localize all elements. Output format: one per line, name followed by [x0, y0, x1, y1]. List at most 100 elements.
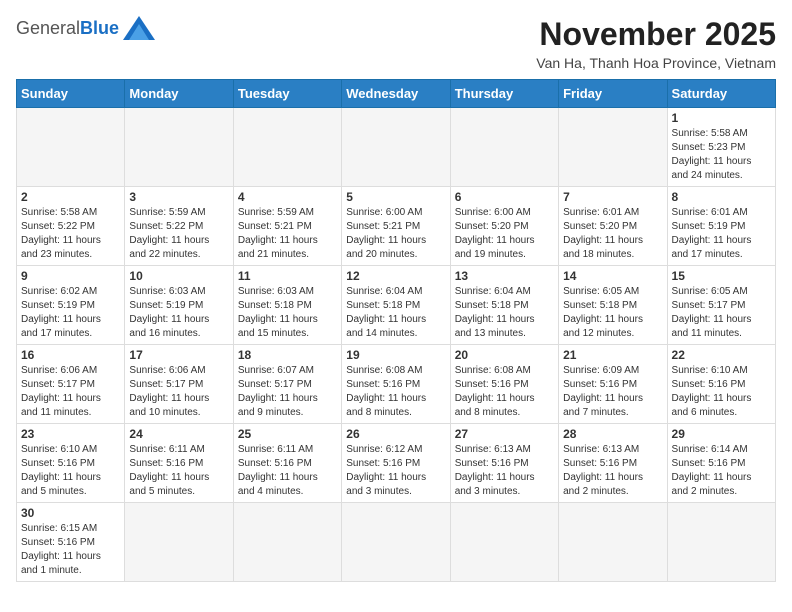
day-info: Sunrise: 6:10 AMSunset: 5:16 PMDaylight:…	[21, 443, 120, 499]
calendar-cell: 17 Sunrise: 6:06 AMSunset: 5:17 PMDayligh…	[125, 345, 233, 424]
day-info: Sunrise: 6:00 AMSunset: 5:21 PMDaylight:…	[346, 206, 445, 262]
weekday-header-wednesday: Wednesday	[342, 80, 450, 108]
calendar-cell: 9 Sunrise: 6:02 AMSunset: 5:19 PMDaylight…	[17, 266, 125, 345]
weekday-header-friday: Friday	[559, 80, 667, 108]
day-number: 22	[672, 348, 771, 362]
weekday-header-saturday: Saturday	[667, 80, 775, 108]
calendar-cell: 8 Sunrise: 6:01 AMSunset: 5:19 PMDaylight…	[667, 187, 775, 266]
calendar-cell: 12Sunrise: 6:04 AMSunset: 5:18 PMDayligh…	[342, 266, 450, 345]
day-number: 23	[21, 427, 120, 441]
calendar-cell	[559, 108, 667, 187]
calendar-cell: 25Sunrise: 6:11 AMSunset: 5:16 PMDayligh…	[233, 424, 341, 503]
day-number: 13	[455, 269, 554, 283]
day-number: 18	[238, 348, 337, 362]
day-number: 3	[129, 190, 228, 204]
weekday-header-tuesday: Tuesday	[233, 80, 341, 108]
location-subtitle: Van Ha, Thanh Hoa Province, Vietnam	[536, 55, 776, 71]
calendar-body: 1Sunrise: 5:58 AMSunset: 5:23 PMDaylight…	[17, 108, 776, 582]
calendar-cell: 10Sunrise: 6:03 AMSunset: 5:19 PMDayligh…	[125, 266, 233, 345]
day-number: 1	[672, 111, 771, 125]
calendar-cell: 14 Sunrise: 6:05 AMSunset: 5:18 PMDayligh…	[559, 266, 667, 345]
page-header: General Blue November 2025 Van Ha, Thanh…	[16, 16, 776, 71]
day-number: 14	[563, 269, 662, 283]
day-info: Sunrise: 6:11 AMSunset: 5:16 PMDaylight:…	[129, 443, 228, 499]
calendar-header: SundayMondayTuesdayWednesdayThursdayFrid…	[17, 80, 776, 108]
calendar-cell: 22Sunrise: 6:10 AMSunset: 5:16 PMDayligh…	[667, 345, 775, 424]
weekday-header-thursday: Thursday	[450, 80, 558, 108]
day-number: 26	[346, 427, 445, 441]
logo-icon	[123, 16, 155, 40]
calendar-cell	[667, 503, 775, 582]
calendar-cell	[233, 503, 341, 582]
calendar-cell: 18Sunrise: 6:07 AMSunset: 5:17 PMDayligh…	[233, 345, 341, 424]
day-number: 16	[21, 348, 120, 362]
day-info: Sunrise: 6:03 AMSunset: 5:19 PMDaylight:…	[129, 285, 228, 341]
day-number: 4	[238, 190, 337, 204]
calendar-week-row: 23 Sunrise: 6:10 AMSunset: 5:16 PMDayligh…	[17, 424, 776, 503]
day-info: Sunrise: 6:14 AMSunset: 5:16 PMDaylight:…	[672, 443, 771, 499]
logo-general-text: General	[16, 18, 80, 39]
day-number: 6	[455, 190, 554, 204]
calendar-cell	[17, 108, 125, 187]
month-title: November 2025	[536, 16, 776, 53]
calendar-cell: 19Sunrise: 6:08 AMSunset: 5:16 PMDayligh…	[342, 345, 450, 424]
day-info: Sunrise: 6:11 AMSunset: 5:16 PMDaylight:…	[238, 443, 337, 499]
day-info: Sunrise: 6:05 AMSunset: 5:17 PMDaylight:…	[672, 285, 771, 341]
calendar-cell	[125, 108, 233, 187]
calendar-cell	[233, 108, 341, 187]
calendar-cell: 30Sunrise: 6:15 AMSunset: 5:16 PMDayligh…	[17, 503, 125, 582]
calendar-week-row: 1Sunrise: 5:58 AMSunset: 5:23 PMDaylight…	[17, 108, 776, 187]
day-info: Sunrise: 5:58 AMSunset: 5:22 PMDaylight:…	[21, 206, 120, 262]
calendar-cell: 21 Sunrise: 6:09 AMSunset: 5:16 PMDayligh…	[559, 345, 667, 424]
calendar-cell: 1Sunrise: 5:58 AMSunset: 5:23 PMDaylight…	[667, 108, 775, 187]
calendar-cell	[559, 503, 667, 582]
day-number: 15	[672, 269, 771, 283]
calendar-cell: 20 Sunrise: 6:08 AMSunset: 5:16 PMDayligh…	[450, 345, 558, 424]
day-info: Sunrise: 6:05 AMSunset: 5:18 PMDaylight:…	[563, 285, 662, 341]
calendar-cell: 27Sunrise: 6:13 AMSunset: 5:16 PMDayligh…	[450, 424, 558, 503]
day-info: Sunrise: 6:06 AMSunset: 5:17 PMDaylight:…	[21, 364, 120, 420]
day-info: Sunrise: 6:08 AMSunset: 5:16 PMDaylight:…	[346, 364, 445, 420]
day-info: Sunrise: 6:09 AMSunset: 5:16 PMDaylight:…	[563, 364, 662, 420]
calendar-cell: 29 Sunrise: 6:14 AMSunset: 5:16 PMDayligh…	[667, 424, 775, 503]
day-number: 21	[563, 348, 662, 362]
logo-blue-text: Blue	[80, 18, 119, 39]
day-number: 11	[238, 269, 337, 283]
day-info: Sunrise: 5:59 AMSunset: 5:21 PMDaylight:…	[238, 206, 337, 262]
weekday-header-sunday: Sunday	[17, 80, 125, 108]
calendar-cell	[450, 503, 558, 582]
day-info: Sunrise: 6:01 AMSunset: 5:19 PMDaylight:…	[672, 206, 771, 262]
day-number: 9	[21, 269, 120, 283]
calendar-cell: 26Sunrise: 6:12 AMSunset: 5:16 PMDayligh…	[342, 424, 450, 503]
calendar-week-row: 9 Sunrise: 6:02 AMSunset: 5:19 PMDaylight…	[17, 266, 776, 345]
day-info: Sunrise: 6:04 AMSunset: 5:18 PMDaylight:…	[455, 285, 554, 341]
calendar-cell: 28Sunrise: 6:13 AMSunset: 5:16 PMDayligh…	[559, 424, 667, 503]
day-info: Sunrise: 6:15 AMSunset: 5:16 PMDaylight:…	[21, 522, 120, 578]
day-number: 29	[672, 427, 771, 441]
day-info: Sunrise: 6:06 AMSunset: 5:17 PMDaylight:…	[129, 364, 228, 420]
calendar-cell	[450, 108, 558, 187]
calendar-cell	[125, 503, 233, 582]
day-number: 2	[21, 190, 120, 204]
day-number: 17	[129, 348, 228, 362]
title-area: November 2025 Van Ha, Thanh Hoa Province…	[536, 16, 776, 71]
calendar-table: SundayMondayTuesdayWednesdayThursdayFrid…	[16, 79, 776, 582]
day-info: Sunrise: 6:03 AMSunset: 5:18 PMDaylight:…	[238, 285, 337, 341]
calendar-cell: 16 Sunrise: 6:06 AMSunset: 5:17 PMDayligh…	[17, 345, 125, 424]
weekday-header-monday: Monday	[125, 80, 233, 108]
day-info: Sunrise: 6:08 AMSunset: 5:16 PMDaylight:…	[455, 364, 554, 420]
calendar-cell	[342, 108, 450, 187]
day-number: 28	[563, 427, 662, 441]
calendar-cell: 24Sunrise: 6:11 AMSunset: 5:16 PMDayligh…	[125, 424, 233, 503]
day-number: 8	[672, 190, 771, 204]
day-number: 12	[346, 269, 445, 283]
day-number: 20	[455, 348, 554, 362]
calendar-cell: 11 Sunrise: 6:03 AMSunset: 5:18 PMDayligh…	[233, 266, 341, 345]
calendar-cell: 7Sunrise: 6:01 AMSunset: 5:20 PMDaylight…	[559, 187, 667, 266]
day-info: Sunrise: 6:02 AMSunset: 5:19 PMDaylight:…	[21, 285, 120, 341]
calendar-week-row: 16 Sunrise: 6:06 AMSunset: 5:17 PMDayligh…	[17, 345, 776, 424]
day-info: Sunrise: 5:59 AMSunset: 5:22 PMDaylight:…	[129, 206, 228, 262]
day-info: Sunrise: 6:00 AMSunset: 5:20 PMDaylight:…	[455, 206, 554, 262]
calendar-cell: 13 Sunrise: 6:04 AMSunset: 5:18 PMDayligh…	[450, 266, 558, 345]
weekday-header-row: SundayMondayTuesdayWednesdayThursdayFrid…	[17, 80, 776, 108]
